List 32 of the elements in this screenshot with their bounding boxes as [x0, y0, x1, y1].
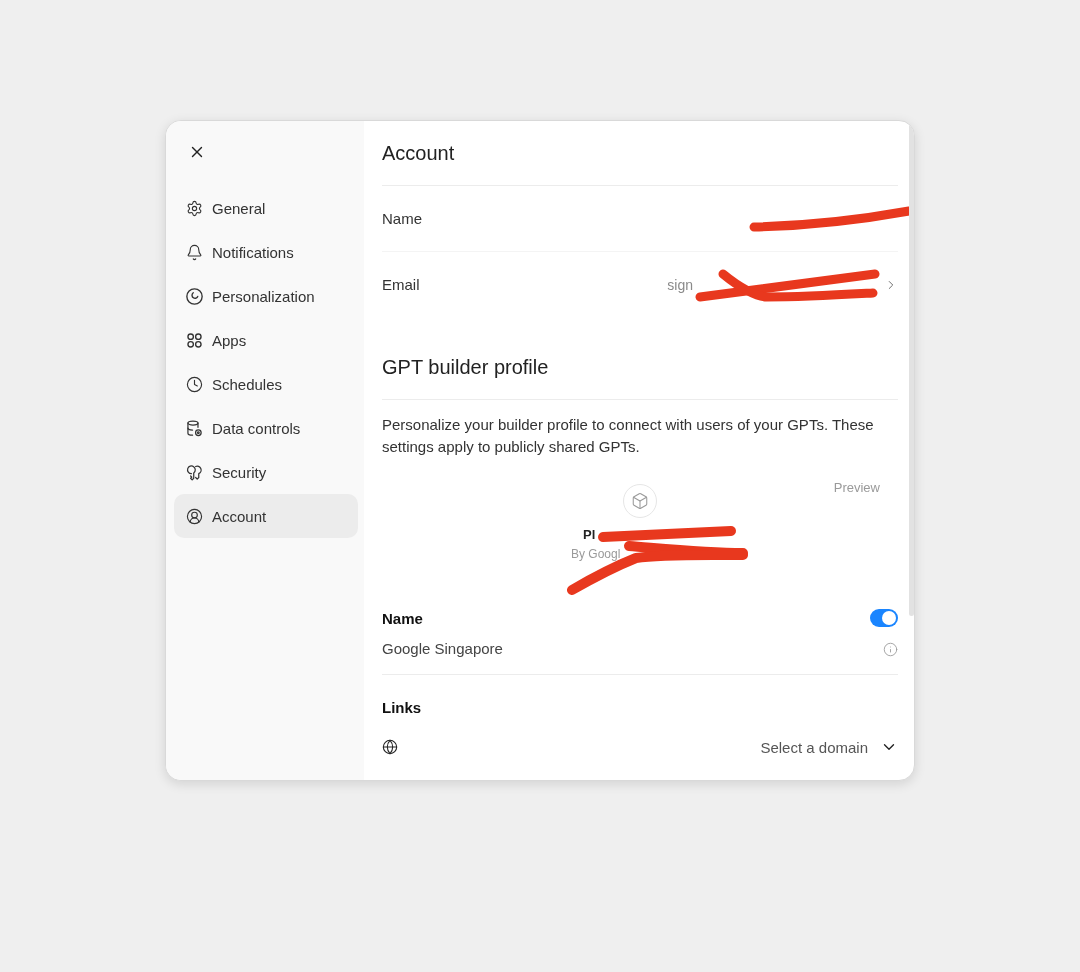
nav-item[interactable]: Account: [174, 494, 358, 538]
field-value: Google Singapore: [382, 639, 503, 659]
info-icon: [883, 642, 898, 657]
preview-label: Preview: [833, 479, 880, 497]
nav-item[interactable]: Personalization: [174, 274, 358, 318]
field-label: Name: [382, 609, 423, 627]
toggle-switch[interactable]: [870, 609, 898, 627]
swirl-circle-icon: [186, 287, 203, 305]
preview-author: By Googl: [570, 546, 622, 563]
nav-item[interactable]: Notifications: [174, 230, 358, 274]
gear-icon: [186, 199, 203, 217]
field-label: Name: [382, 210, 422, 227]
globe-icon: [382, 739, 398, 755]
field-label: Links: [382, 698, 422, 716]
nav-item[interactable]: Security: [174, 450, 358, 494]
field-label: Email: [382, 276, 420, 293]
bell-icon: [186, 243, 203, 261]
domain-select[interactable]: Select a domain: [760, 738, 898, 756]
section-title: Account: [382, 141, 455, 165]
user-circle-icon: [186, 507, 203, 525]
nav-item[interactable]: General: [174, 186, 358, 230]
nav-item[interactable]: Schedules: [174, 362, 358, 406]
section-title: GPT builder profile: [382, 355, 549, 379]
nav-item[interactable]: Data controls: [174, 406, 358, 450]
keys-icon: [186, 463, 203, 481]
nav-item[interactable]: Apps: [174, 318, 358, 362]
description-text: Personalize your builder profile to connect with users of your GPTs. These settings apply to publicly shared GPTs.: [382, 415, 875, 457]
preview-title: Pl: [582, 526, 597, 544]
clock-icon: [186, 375, 203, 393]
four-circles-icon: [186, 331, 203, 349]
field-value: sign: [667, 276, 693, 293]
database-gear-icon: [186, 419, 203, 437]
